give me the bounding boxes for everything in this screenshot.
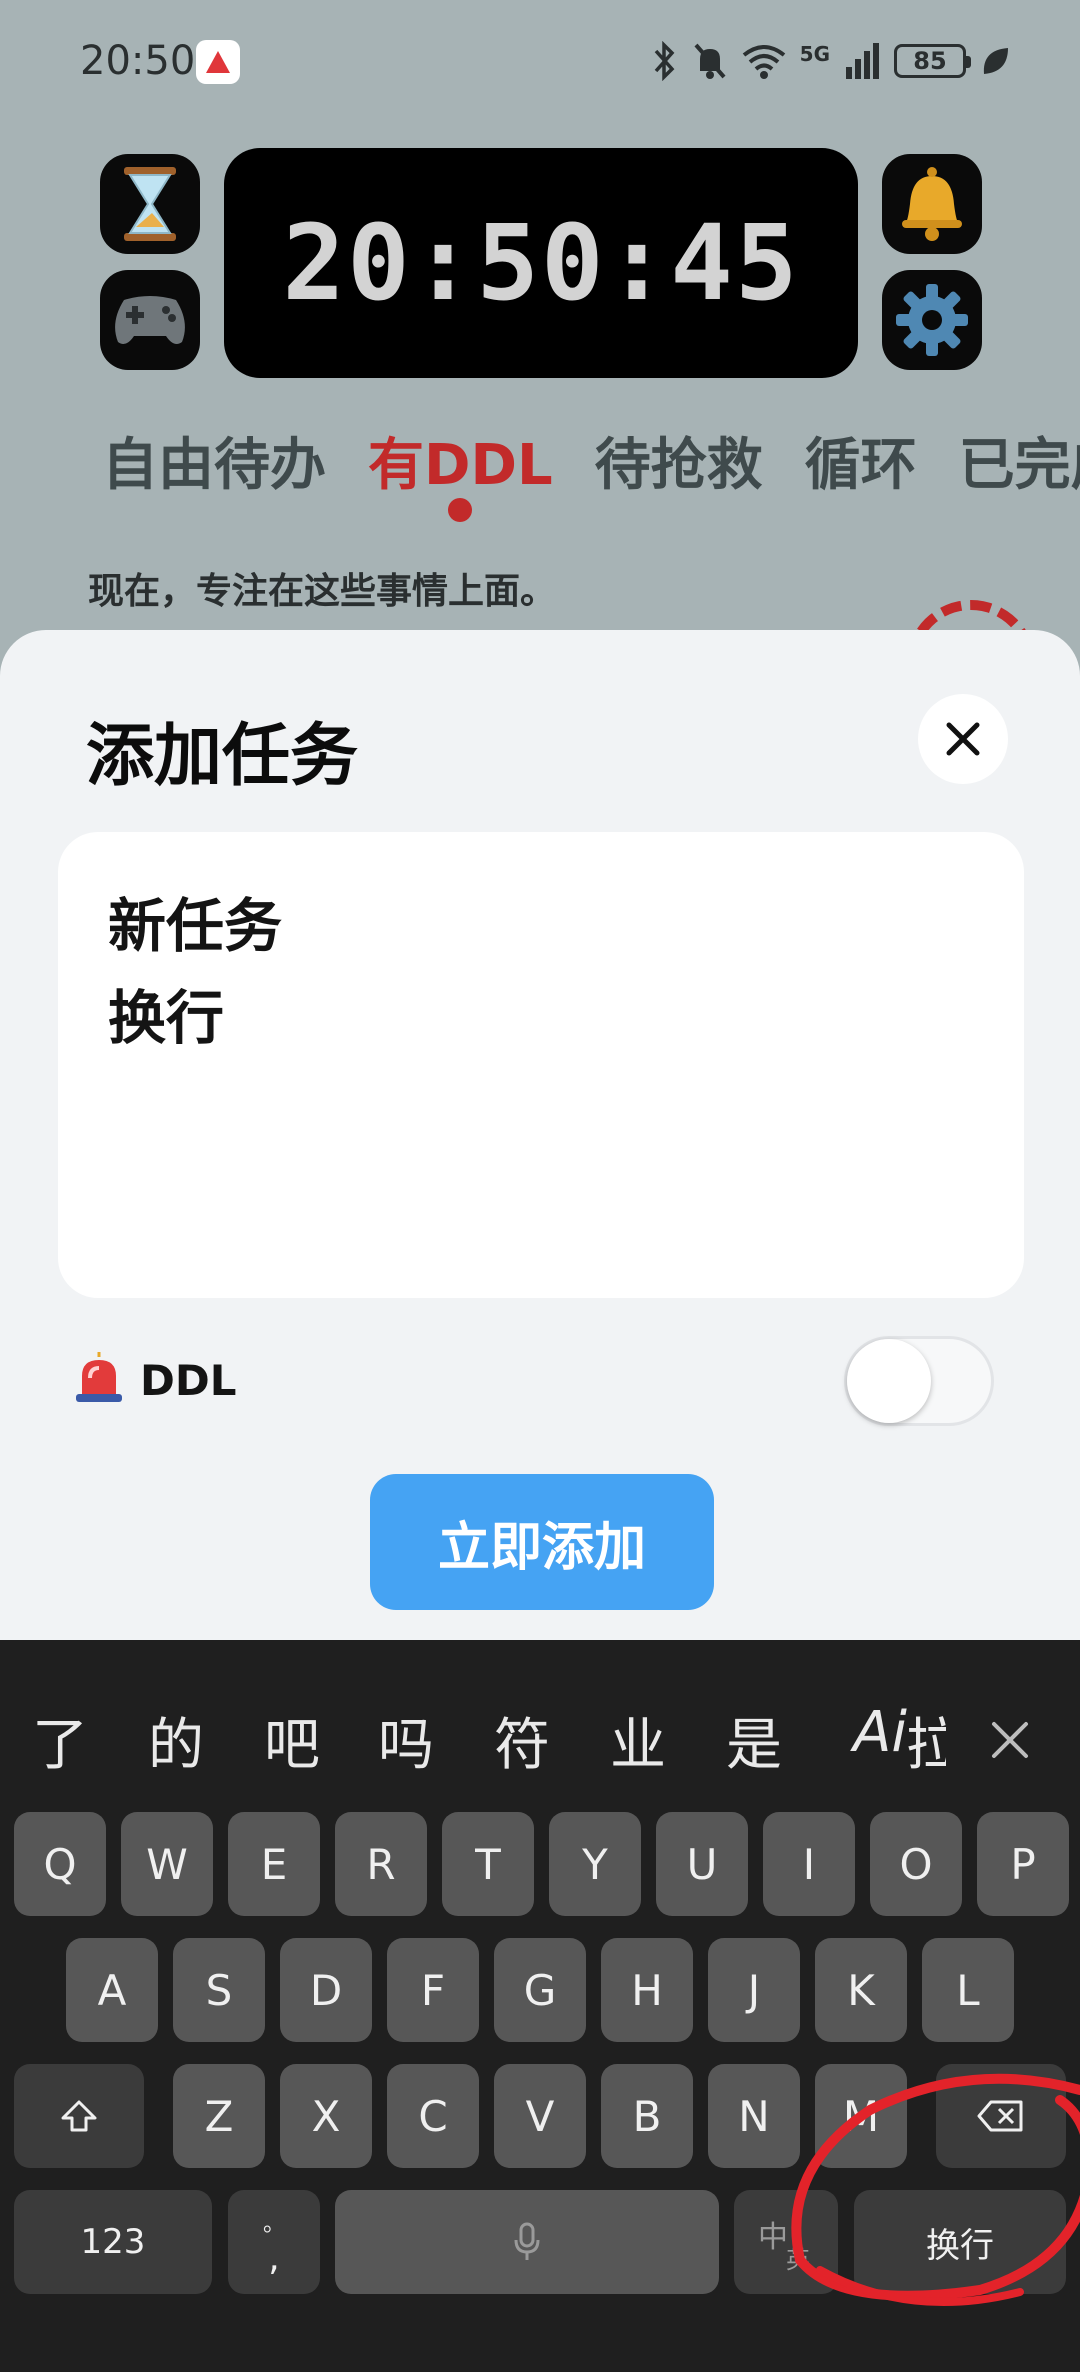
candidate[interactable]: 是	[714, 1700, 794, 1781]
candidate[interactable]: 业	[598, 1700, 678, 1781]
ddl-toggle[interactable]	[844, 1336, 994, 1426]
key-y[interactable]: Y	[549, 1812, 641, 1916]
candidate[interactable]: 的	[136, 1700, 216, 1781]
battery-indicator: 85	[894, 44, 971, 78]
focus-subtitle: 现在，专注在这些事情上面。	[88, 571, 557, 612]
add-task-sheet: 添加任务 新任务 换行 DDL 立即添加	[0, 630, 1080, 1640]
key-i[interactable]: I	[763, 1812, 855, 1916]
task-line: 换行	[108, 984, 225, 1052]
hourglass-icon	[124, 167, 176, 241]
battery-level: 85	[913, 47, 947, 75]
key-r[interactable]: R	[335, 1812, 427, 1916]
key-k[interactable]: K	[815, 1938, 907, 2042]
key-n[interactable]: N	[708, 2064, 800, 2168]
leaf-icon	[983, 48, 1008, 74]
tab-rescue[interactable]: 待抢救	[595, 420, 763, 530]
key-p[interactable]: P	[977, 1812, 1069, 1916]
hourglass-button[interactable]	[100, 154, 200, 254]
lang-top: 中	[758, 2220, 788, 2255]
space-key[interactable]	[335, 2190, 719, 2294]
punctuation-top: 。	[262, 2212, 285, 2237]
shift-icon	[61, 2100, 97, 2132]
tab-completed[interactable]: 已完成	[959, 420, 1080, 530]
collapse-candidates-icon[interactable]	[980, 1710, 1040, 1770]
key-f[interactable]: F	[387, 1938, 479, 2042]
tab-recurring[interactable]: 循环	[805, 420, 917, 530]
siren-icon	[76, 1352, 122, 1402]
key-h[interactable]: H	[601, 1938, 693, 2042]
add-now-button[interactable]: 立即添加	[370, 1474, 714, 1610]
close-button[interactable]	[918, 694, 1008, 784]
tab-ddl[interactable]: 有DDL	[368, 420, 553, 530]
key-s[interactable]: S	[173, 1938, 265, 2042]
key-m[interactable]: M	[815, 2064, 907, 2168]
status-bar: 20:50 5G 85	[0, 0, 1080, 120]
key-v[interactable]: V	[494, 2064, 586, 2168]
ddl-label: DDL	[140, 1356, 237, 1405]
sheet-title: 添加任务	[86, 717, 359, 796]
mute-bell-icon	[694, 43, 726, 79]
clock-display: 20:50:45	[224, 148, 858, 378]
backspace-key[interactable]	[936, 2064, 1066, 2168]
key-o[interactable]: O	[870, 1812, 962, 1916]
key-e[interactable]: E	[228, 1812, 320, 1916]
microphone-icon	[514, 2222, 540, 2260]
bell-icon	[902, 167, 962, 241]
key-a[interactable]: A	[66, 1938, 158, 2042]
settings-button[interactable]	[882, 270, 982, 370]
candidate[interactable]: 了	[20, 1700, 100, 1781]
game-button[interactable]	[100, 270, 200, 370]
key-l[interactable]: L	[922, 1938, 1014, 2042]
candidate[interactable]: 符	[482, 1700, 562, 1781]
network-label: 5G	[799, 42, 830, 66]
category-tabs: 自由待办 有DDL 待抢救 循环 已完成	[102, 420, 1080, 530]
task-line: 新任务	[108, 892, 283, 960]
close-icon	[946, 722, 980, 756]
signal-icon	[846, 43, 879, 79]
active-tab-indicator	[448, 498, 473, 522]
candidate[interactable]: 吧	[252, 1700, 332, 1781]
key-w[interactable]: W	[121, 1812, 213, 1916]
key-t[interactable]: T	[442, 1812, 534, 1916]
key-c[interactable]: C	[387, 2064, 479, 2168]
wifi-icon	[742, 45, 785, 79]
key-z[interactable]: Z	[173, 2064, 265, 2168]
ddl-row: DDL	[74, 1336, 994, 1426]
tab-ddl-label: 有DDL	[368, 433, 553, 498]
punctuation-bottom: ,	[268, 2238, 280, 2279]
keyboard: 了 的 吧 吗 符 业 是 Ai 拉 Q W E R T Y U I O P A…	[0, 1640, 1080, 2372]
shift-key[interactable]	[14, 2064, 144, 2168]
bluetooth-icon	[654, 41, 675, 81]
punctuation-key[interactable]: 。 ,	[228, 2190, 320, 2294]
key-b[interactable]: B	[601, 2064, 693, 2168]
backspace-icon	[977, 2100, 1023, 2132]
numeric-key[interactable]: 123	[14, 2190, 212, 2294]
candidate[interactable]: 拉	[906, 1700, 946, 1781]
key-x[interactable]: X	[280, 2064, 372, 2168]
app-notification-icon	[196, 40, 240, 84]
candidate[interactable]: 吗	[366, 1700, 446, 1781]
status-time: 20:50	[80, 38, 196, 84]
gamepad-icon	[115, 296, 185, 344]
tab-free-todo[interactable]: 自由待办	[102, 420, 326, 530]
alarm-button[interactable]	[882, 154, 982, 254]
key-d[interactable]: D	[280, 1938, 372, 2042]
key-g[interactable]: G	[494, 1938, 586, 2042]
lang-bottom: 英	[786, 2246, 810, 2274]
key-q[interactable]: Q	[14, 1812, 106, 1916]
key-u[interactable]: U	[656, 1812, 748, 1916]
candidate-bar: 了 的 吧 吗 符 业 是 Ai 拉	[0, 1700, 1080, 1790]
enter-key[interactable]: 换行	[854, 2190, 1066, 2294]
gear-icon	[896, 284, 968, 356]
task-text-input[interactable]: 新任务 换行	[58, 832, 1024, 1298]
language-switch-key[interactable]: 中 英	[734, 2190, 838, 2294]
clock-time: 20:50:45	[282, 202, 800, 324]
status-icons: 5G 85	[652, 36, 1010, 86]
toggle-knob	[847, 1339, 931, 1423]
key-j[interactable]: J	[708, 1938, 800, 2042]
